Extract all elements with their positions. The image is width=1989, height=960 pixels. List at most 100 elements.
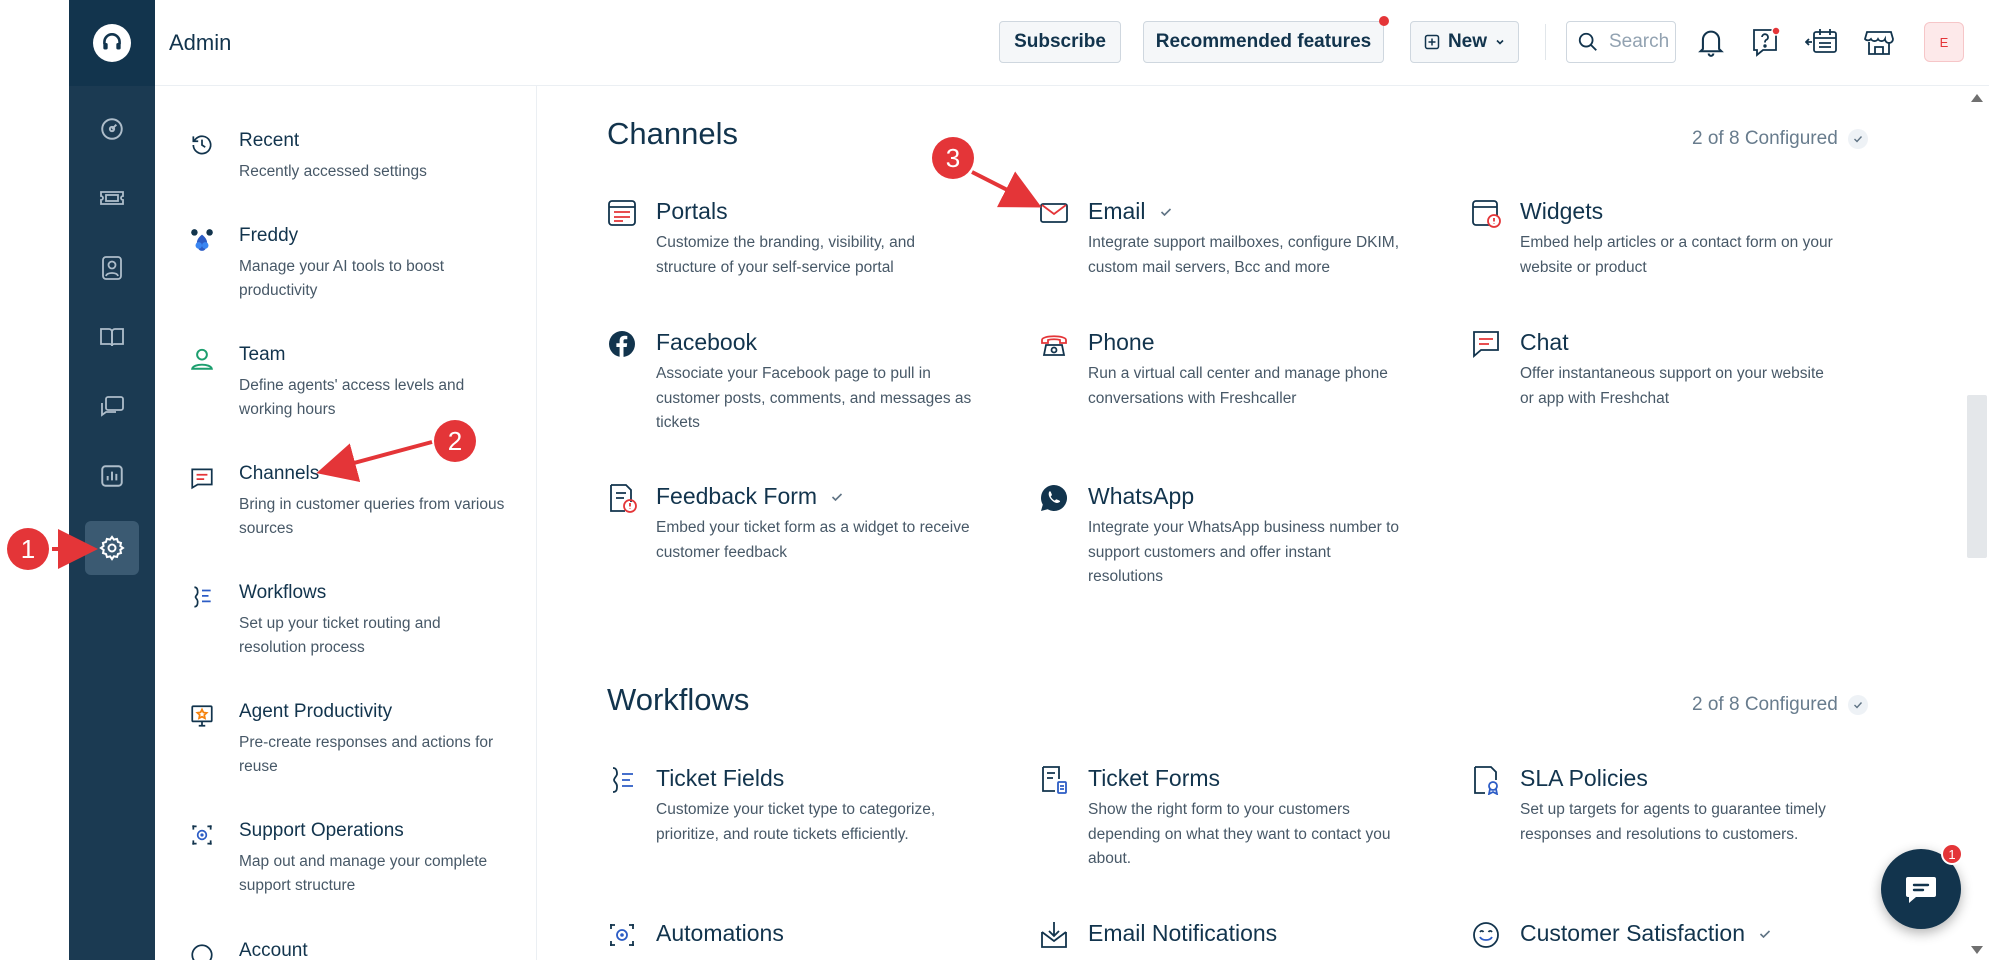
channel-card-email[interactable]: Email Integrate support mailboxes, confi… xyxy=(1039,198,1399,288)
workflow-card-sla-policies[interactable]: SLA Policies Set up targets for agents t… xyxy=(1471,765,1831,875)
workflow-card-ticket-fields[interactable]: Ticket Fields Customize your ticket type… xyxy=(607,765,967,855)
whatsapp-icon xyxy=(1041,484,1068,511)
channel-card-widgets[interactable]: Widgets Embed help articles or a contact… xyxy=(1471,198,1833,288)
user-avatar[interactable]: E xyxy=(1924,22,1964,62)
scrollbar-thumb[interactable] xyxy=(1967,395,1987,558)
page-scrollbar[interactable] xyxy=(1965,86,1989,960)
scroll-down-arrow-icon[interactable] xyxy=(1971,946,1983,954)
workflow-card-automations[interactable]: Automations xyxy=(607,920,967,960)
forums-icon[interactable] xyxy=(85,380,139,434)
sidebar-item-recent[interactable]: Recent Recently accessed settings xyxy=(189,130,509,190)
channel-card-whatsapp[interactable]: WhatsApp Integrate your WhatsApp busines… xyxy=(1039,483,1399,593)
sidebar-item-desc: Bring in customer queries from various s… xyxy=(239,496,505,537)
sidebar-item-desc: Pre-create responses and actions for reu… xyxy=(239,734,494,775)
card-title: WhatsApp xyxy=(1088,483,1194,510)
channel-card-facebook[interactable]: Facebook Associate your Facebook page to… xyxy=(607,329,971,439)
search-input[interactable]: Search xyxy=(1566,21,1676,63)
card-description: Associate your Facebook page to pull in … xyxy=(656,365,972,431)
card-title: Email xyxy=(1088,198,1174,225)
card-title: Portals xyxy=(656,198,728,225)
configured-check-icon xyxy=(1757,926,1773,942)
tickets-icon[interactable] xyxy=(85,171,139,225)
channels-configured-status: 2 of 8 Configured xyxy=(1692,128,1868,150)
card-title: Facebook xyxy=(656,329,757,356)
card-description: Run a virtual call center and manage pho… xyxy=(1088,365,1388,407)
app-logo[interactable] xyxy=(69,0,155,86)
channel-card-chat[interactable]: Chat Offer instantaneous support on your… xyxy=(1471,329,1831,419)
reports-icon[interactable] xyxy=(85,449,139,503)
help-icon[interactable] xyxy=(1745,22,1785,62)
sidebar-item-freddy[interactable]: Freddy Manage your AI tools to boost pro… xyxy=(189,225,509,305)
sidebar-item-title: Agent Productivity xyxy=(239,701,393,722)
support-operations-icon xyxy=(192,825,212,845)
sidebar-item-channels[interactable]: Channels Bring in customer queries from … xyxy=(189,463,509,543)
facebook-icon xyxy=(609,331,635,357)
ticket-fields-icon xyxy=(612,767,633,793)
sidebar-item-title: Account xyxy=(239,940,308,960)
card-title: SLA Policies xyxy=(1520,765,1648,792)
team-icon xyxy=(191,348,213,370)
card-title: Chat xyxy=(1520,329,1569,356)
workflow-card-customer-satisfaction[interactable]: Customer Satisfaction xyxy=(1471,920,1831,960)
dashboard-icon[interactable] xyxy=(85,102,139,156)
sidebar-item-title: Recent xyxy=(239,130,300,151)
workflows-configured-status: 2 of 8 Configured xyxy=(1692,694,1868,716)
card-title-text: Portals xyxy=(656,198,728,224)
page-title: Admin xyxy=(169,30,232,55)
card-title-text: Ticket Fields xyxy=(656,765,785,791)
recommended-features-label: Recommended features xyxy=(1155,31,1372,52)
channel-card-feedback-form[interactable]: Feedback Form Embed your ticket form as … xyxy=(607,483,970,573)
workflow-card-email-notifications[interactable]: Email Notifications xyxy=(1039,920,1399,960)
notifications-bell-icon[interactable] xyxy=(1691,22,1731,62)
card-title-text: WhatsApp xyxy=(1088,483,1195,509)
header-divider xyxy=(1545,24,1546,60)
contacts-icon[interactable] xyxy=(85,241,139,295)
card-description: Embed help articles or a contact form on… xyxy=(1520,234,1833,276)
sidebar-item-team[interactable]: Team Define agents' access levels and wo… xyxy=(189,344,509,424)
ticket-forms-icon xyxy=(1042,766,1067,794)
channel-card-portals[interactable]: Portals Customize the branding, visibili… xyxy=(607,198,967,288)
scroll-up-arrow-icon[interactable] xyxy=(1971,94,1983,102)
agent-productivity-icon xyxy=(191,705,213,727)
solutions-icon[interactable] xyxy=(85,310,139,364)
feedback-form-icon xyxy=(610,484,637,513)
settings-sidebar: Recent Recently accessed settings Freddy… xyxy=(155,86,537,960)
notification-dot xyxy=(1379,16,1389,26)
card-title: Email Notifications xyxy=(1088,920,1277,947)
card-description: Set up targets for agents to guarantee t… xyxy=(1520,801,1826,843)
card-title-text: SLA Policies xyxy=(1520,765,1648,791)
product-switcher-icon[interactable] xyxy=(1803,22,1843,62)
sidebar-item-desc: Recently accessed settings xyxy=(239,163,427,180)
new-button[interactable]: New xyxy=(1410,21,1519,63)
new-button-label: New xyxy=(1447,31,1488,52)
card-title: Widgets xyxy=(1520,198,1603,225)
card-title-text: Email xyxy=(1088,198,1146,224)
sidebar-item-account[interactable]: Account xyxy=(189,940,509,960)
account-icon xyxy=(191,944,213,960)
card-title: Phone xyxy=(1088,329,1155,356)
card-title-text: Phone xyxy=(1088,329,1155,355)
sidebar-item-title: Team xyxy=(239,344,286,365)
sidebar-item-desc: Map out and manage your complete support… xyxy=(239,853,488,894)
sidebar-item-support-operations[interactable]: Support Operations Map out and manage yo… xyxy=(189,820,509,900)
chat-widget-button[interactable]: 1 xyxy=(1881,843,1963,929)
card-title-text: Feedback Form xyxy=(656,483,818,509)
subscribe-button[interactable]: Subscribe xyxy=(999,21,1121,63)
sidebar-item-title: Channels xyxy=(239,463,320,484)
portals-icon xyxy=(608,200,636,226)
automations-icon xyxy=(610,924,634,946)
card-title: Ticket Fields xyxy=(656,765,784,792)
channel-card-phone[interactable]: Phone Run a virtual call center and mana… xyxy=(1039,329,1399,419)
sidebar-item-desc: Manage your AI tools to boost productivi… xyxy=(239,258,445,299)
sidebar-item-workflows[interactable]: Workflows Set up your ticket routing and… xyxy=(189,582,509,662)
workflow-card-ticket-forms[interactable]: Ticket Forms Show the right form to your… xyxy=(1039,765,1399,875)
recommended-features-button[interactable]: Recommended features xyxy=(1143,16,1389,63)
admin-settings-icon[interactable] xyxy=(85,521,139,575)
card-title: Customer Satisfaction xyxy=(1520,920,1773,947)
plus-box-icon xyxy=(1424,34,1440,50)
sidebar-item-title: Freddy xyxy=(239,225,299,246)
sidebar-item-agent-productivity[interactable]: Agent Productivity Pre-create responses … xyxy=(189,701,509,781)
marketplace-icon[interactable] xyxy=(1859,22,1899,62)
card-description: Integrate support mailboxes, configure D… xyxy=(1088,234,1400,276)
card-description: Customize your ticket type to categorize… xyxy=(656,801,936,843)
